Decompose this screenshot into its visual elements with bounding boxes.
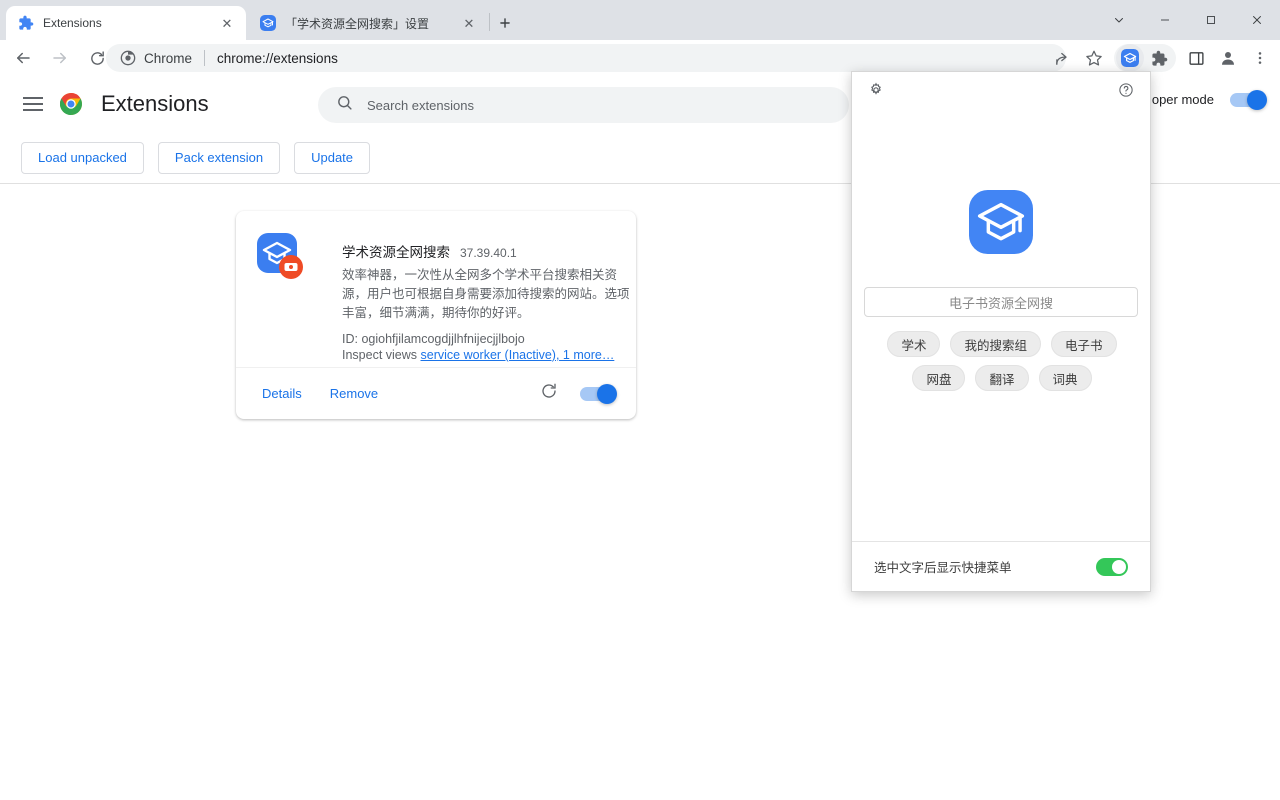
extension-enabled-toggle[interactable] bbox=[580, 387, 614, 401]
graduation-cap-logo bbox=[969, 190, 1033, 259]
chip-academic[interactable]: 学术 bbox=[887, 331, 940, 357]
remove-button[interactable]: Remove bbox=[316, 378, 392, 410]
side-panel-icon[interactable] bbox=[1182, 44, 1210, 72]
extension-pill bbox=[1114, 44, 1176, 72]
graduation-cap-icon bbox=[260, 15, 276, 31]
minimize-button[interactable] bbox=[1142, 4, 1188, 36]
extension-id: ID: ogiohfjilamcogdjjlhfnijecjjlbojo bbox=[342, 332, 620, 346]
update-button[interactable]: Update bbox=[294, 142, 370, 174]
forward-button[interactable] bbox=[43, 41, 77, 75]
toggle-knob bbox=[597, 384, 617, 404]
inspect-views-row: Inspect views service worker (Inactive),… bbox=[342, 348, 620, 362]
tab-close-button[interactable]: ✕ bbox=[218, 14, 236, 32]
chip-translate[interactable]: 翻译 bbox=[975, 365, 1028, 391]
popup-footer: 选中文字后显示快捷菜单 bbox=[852, 541, 1150, 591]
chip-dictionary[interactable]: 词典 bbox=[1039, 365, 1092, 391]
window-controls bbox=[1080, 0, 1280, 40]
inspect-views-link[interactable]: service worker (Inactive), 1 more… bbox=[421, 348, 615, 362]
extension-card-info: 学术资源全网搜索 37.39.40.1 效率神器，一次性从全网多个学术平台搜索相… bbox=[342, 227, 620, 362]
extension-card-footer: Details Remove bbox=[236, 367, 636, 419]
tab-search-button[interactable] bbox=[1096, 4, 1142, 36]
page-title: Extensions bbox=[101, 91, 209, 117]
extension-card-body: 学术资源全网搜索 37.39.40.1 效率神器，一次性从全网多个学术平台搜索相… bbox=[236, 211, 636, 378]
extension-card-controls bbox=[540, 382, 624, 405]
tab-separator bbox=[489, 13, 490, 31]
context-menu-setting-label: 选中文字后显示快捷菜单 bbox=[874, 557, 1012, 576]
popup-search-input[interactable]: 电子书资源全网搜 bbox=[864, 287, 1138, 317]
search-placeholder: Search extensions bbox=[367, 98, 474, 113]
extension-card: 学术资源全网搜索 37.39.40.1 效率神器，一次性从全网多个学术平台搜索相… bbox=[236, 211, 636, 419]
back-button[interactable] bbox=[6, 41, 40, 75]
omnibox-url: chrome://extensions bbox=[217, 51, 338, 66]
extensions-puzzle-icon[interactable] bbox=[1145, 44, 1173, 72]
maximize-button[interactable] bbox=[1188, 4, 1234, 36]
toggle-knob bbox=[1112, 560, 1126, 574]
extension-action-icon[interactable] bbox=[1116, 44, 1144, 72]
chip-my-search-group[interactable]: 我的搜索组 bbox=[950, 331, 1041, 357]
chip-ebook[interactable]: 电子书 bbox=[1051, 331, 1117, 357]
popup-category-chips: 学术 我的搜索组 电子书 网盘 翻译 词典 bbox=[852, 331, 1151, 391]
omnibox-divider bbox=[204, 50, 205, 66]
extension-description: 效率神器，一次性从全网多个学术平台搜索相关资源，用户也可根据自身需要添加待搜索的… bbox=[342, 266, 634, 323]
extension-popup: 电子书资源全网搜 学术 我的搜索组 电子书 网盘 翻译 词典 选中文字后显示快捷… bbox=[851, 71, 1151, 592]
chip-netdisk[interactable]: 网盘 bbox=[912, 365, 965, 391]
tab-title: 「学术资源全网搜索」设置 bbox=[285, 15, 451, 32]
search-extensions-input[interactable]: Search extensions bbox=[318, 87, 849, 123]
load-unpacked-button[interactable]: Load unpacked bbox=[21, 142, 144, 174]
tab-extensions[interactable]: Extensions ✕ bbox=[6, 6, 246, 40]
chrome-menu-icon[interactable] bbox=[1246, 44, 1274, 72]
inspect-views-label: Inspect views bbox=[342, 348, 417, 362]
chrome-logo-icon bbox=[59, 92, 83, 116]
profile-avatar-icon[interactable] bbox=[1214, 44, 1242, 72]
address-bar[interactable]: Chrome chrome://extensions bbox=[106, 44, 1066, 72]
toggle-knob bbox=[1247, 90, 1267, 110]
tab-title: Extensions bbox=[43, 16, 209, 30]
close-button[interactable] bbox=[1234, 4, 1280, 36]
new-tab-button[interactable] bbox=[494, 12, 516, 34]
popup-header bbox=[852, 72, 1150, 106]
popup-logo-wrap bbox=[852, 190, 1150, 259]
developer-mode-control: veloper mode bbox=[1135, 92, 1264, 107]
popup-search-placeholder: 电子书资源全网搜 bbox=[949, 293, 1053, 312]
bookmark-star-icon[interactable] bbox=[1080, 44, 1108, 72]
gear-icon[interactable] bbox=[868, 82, 884, 98]
tab-extension-settings[interactable]: 「学术资源全网搜索」设置 ✕ bbox=[248, 6, 488, 40]
pack-extension-button[interactable]: Pack extension bbox=[158, 142, 280, 174]
search-icon bbox=[336, 94, 353, 116]
extension-name: 学术资源全网搜索 bbox=[342, 241, 450, 261]
context-menu-toggle[interactable] bbox=[1096, 558, 1128, 576]
extension-icon bbox=[256, 232, 304, 280]
puzzle-icon bbox=[18, 15, 34, 31]
extension-title-row: 学术资源全网搜索 37.39.40.1 bbox=[342, 241, 620, 261]
tab-strip: Extensions ✕ 「学术资源全网搜索」设置 ✕ bbox=[0, 0, 1280, 40]
omnibox-brand: Chrome bbox=[144, 51, 192, 66]
help-circle-icon[interactable] bbox=[1118, 82, 1134, 98]
developer-mode-toggle[interactable] bbox=[1230, 93, 1264, 107]
main-menu-icon[interactable] bbox=[23, 96, 43, 112]
reload-extension-icon[interactable] bbox=[540, 382, 558, 405]
tab-close-button[interactable]: ✕ bbox=[460, 14, 478, 32]
details-button[interactable]: Details bbox=[248, 378, 316, 410]
browser-window: Extensions ✕ 「学术资源全网搜索」设置 ✕ bbox=[0, 0, 1280, 800]
extension-version: 37.39.40.1 bbox=[460, 246, 517, 260]
share-icon[interactable] bbox=[1048, 44, 1076, 72]
chrome-product-icon bbox=[120, 50, 136, 66]
